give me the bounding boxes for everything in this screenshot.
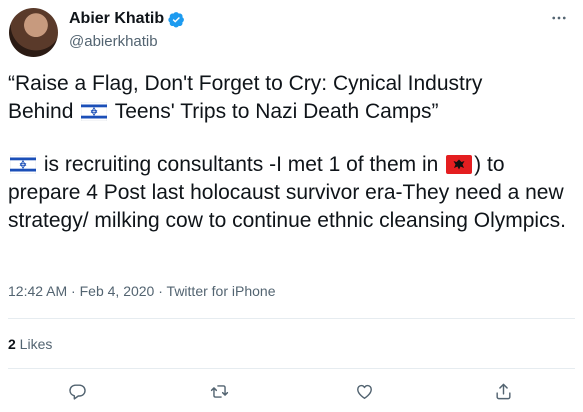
share-icon — [495, 383, 511, 399]
tweet-line-2-end: Teens' Trips to Nazi Death Camps” — [109, 100, 439, 123]
retweet-icon — [210, 384, 228, 398]
likes-count: 2 — [8, 336, 16, 352]
tweet-paragraph-2: is recruiting consultants -I met 1 of th… — [8, 151, 573, 235]
like-icon — [356, 384, 372, 399]
israel-flag-icon — [81, 102, 108, 121]
like-button[interactable] — [351, 378, 377, 404]
tweet-line-2-start: Behind — [8, 100, 80, 123]
share-button[interactable] — [490, 378, 516, 404]
meta-separator: · — [67, 283, 80, 299]
avatar[interactable] — [9, 8, 58, 57]
retweet-button[interactable] — [206, 378, 232, 404]
tweet-source[interactable]: Twitter for iPhone — [167, 283, 276, 299]
meta-separator: · — [154, 283, 167, 299]
verified-icon — [168, 11, 185, 27]
divider — [8, 368, 575, 369]
likes-stat[interactable]: 2 Likes — [8, 336, 52, 352]
divider — [8, 318, 575, 319]
albania-flag-icon — [446, 155, 473, 174]
israel-flag-icon — [10, 155, 36, 174]
likes-label: Likes — [15, 336, 53, 352]
tweet-line-1: “Raise a Flag, Don't Forget to Cry: Cyni… — [8, 72, 483, 95]
tweet-paragraph-1: “Raise a Flag, Don't Forget to Cry: Cyni… — [8, 70, 573, 126]
tweet-paragraph-2-part-1: is recruiting consultants -I met 1 of th… — [38, 153, 445, 176]
tweet-meta: 12:42 AM · Feb 4, 2020 · Twitter for iPh… — [8, 283, 275, 299]
reply-icon — [68, 383, 86, 400]
author-display-name[interactable]: Abier Khatib — [69, 10, 164, 28]
reply-button[interactable] — [64, 378, 90, 404]
more-options-button[interactable] — [549, 8, 569, 28]
more-icon — [552, 16, 566, 20]
tweet-time[interactable]: 12:42 AM — [8, 283, 67, 299]
tweet-date[interactable]: Feb 4, 2020 — [80, 283, 155, 299]
author-handle[interactable]: @abierkhatib — [69, 33, 158, 50]
action-bar — [0, 378, 583, 404]
author-name-row[interactable]: Abier Khatib — [69, 10, 185, 28]
tweet-text: “Raise a Flag, Don't Forget to Cry: Cyni… — [8, 70, 573, 260]
